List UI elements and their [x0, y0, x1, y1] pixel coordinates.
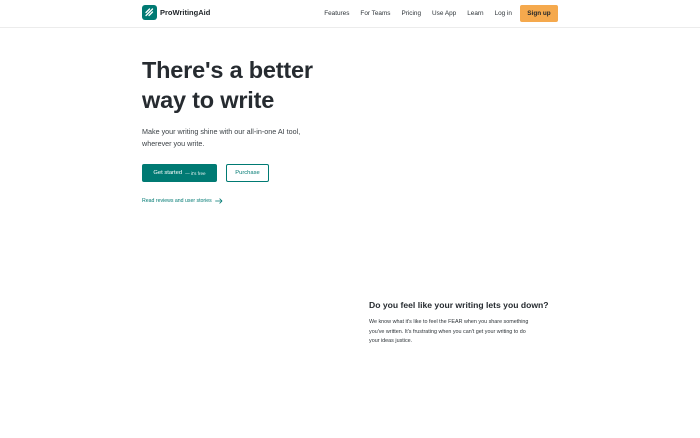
get-started-label: Get started	[153, 170, 183, 176]
nav-for-teams[interactable]: For Teams	[360, 5, 390, 22]
site-header: ProWritingAid Features For Teams Pricing…	[0, 0, 700, 28]
hero-subtitle: Make your writing shine with our all-in-…	[142, 126, 362, 150]
hero-cta-row: Get started — it's free Purchase	[142, 164, 269, 182]
free-note: — it's free	[185, 170, 206, 176]
hero-title-line-2: way to write	[142, 87, 275, 113]
nav-log-in[interactable]: Log in	[495, 5, 512, 22]
arrow-right-icon	[214, 198, 223, 204]
section-body-line-1: We know what it's like to feel the FEAR …	[369, 319, 529, 325]
nav-pricing[interactable]: Pricing	[402, 5, 422, 22]
hero-title-line-1: There's a better	[142, 57, 313, 83]
signup-button[interactable]: Sign up	[520, 5, 558, 22]
brand-logo-link[interactable]: ProWritingAid	[142, 5, 210, 20]
hero-subtitle-line-2: wherever you write.	[142, 139, 205, 148]
hero-subtitle-line-1: Make your writing shine with our all-in-…	[142, 127, 301, 136]
pwa-logo-icon	[142, 5, 157, 20]
section-body-line-3: your ideas justice.	[369, 338, 413, 344]
section-body: We know what it's like to feel the FEAR …	[369, 318, 559, 347]
brand-name: ProWritingAid	[160, 8, 211, 17]
reviews-link[interactable]: Read reviews and user stories	[142, 198, 223, 204]
nav-features[interactable]: Features	[324, 5, 349, 22]
hero-title: There's a better way to write	[142, 55, 402, 115]
section-body-line-2: you've written. It's frustrating when yo…	[369, 328, 526, 335]
purchase-button[interactable]: Purchase	[226, 164, 269, 182]
get-started-button[interactable]: Get started — it's free	[142, 164, 217, 182]
main-nav: Features For Teams Pricing Use App Learn…	[324, 5, 558, 22]
nav-learn[interactable]: Learn	[467, 5, 483, 22]
nav-use-app[interactable]: Use App	[432, 5, 456, 22]
section-title: Do you feel like your writing lets you d…	[369, 300, 549, 310]
reviews-link-label: Read reviews and user stories	[142, 198, 212, 204]
